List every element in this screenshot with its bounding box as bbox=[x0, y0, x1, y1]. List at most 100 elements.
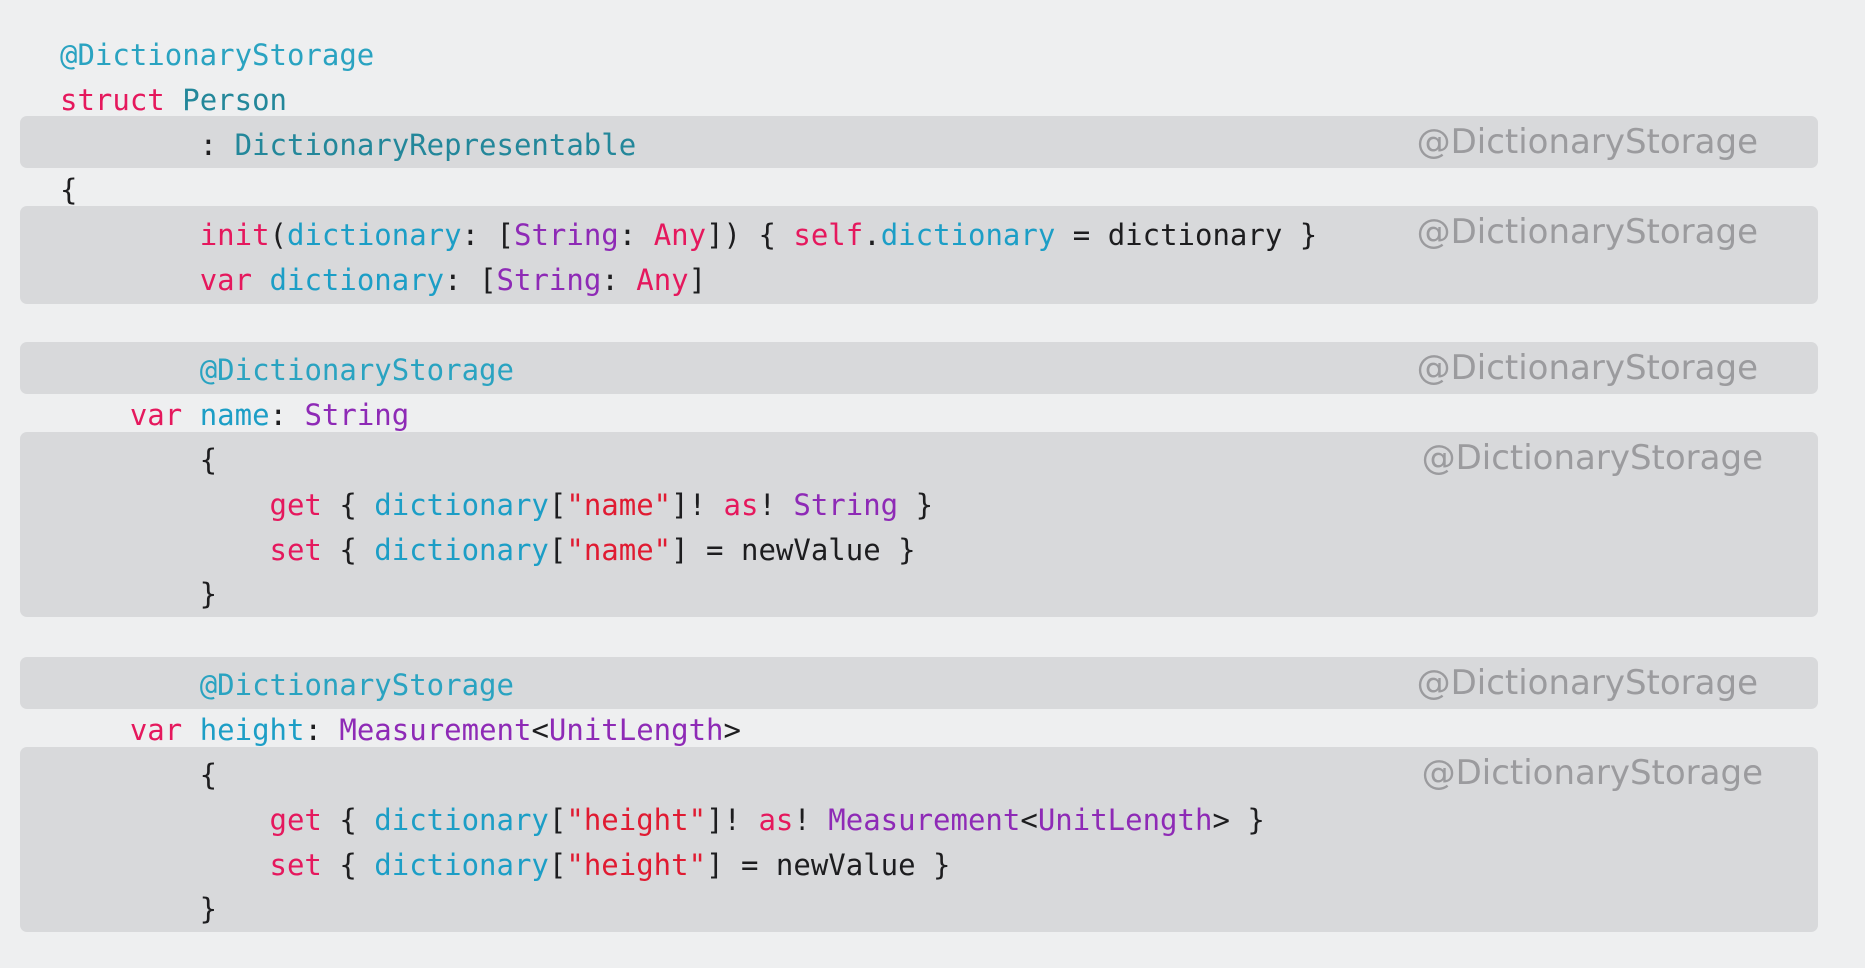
keyword-token: as bbox=[723, 488, 759, 522]
identifier-token: dictionary bbox=[880, 218, 1056, 252]
keyword-token: set bbox=[269, 848, 322, 882]
plain-token: > } bbox=[1212, 803, 1265, 837]
line-height-close: } bbox=[60, 889, 217, 929]
plain-token: : bbox=[60, 128, 235, 162]
plain-token: [ bbox=[548, 848, 567, 882]
plain-token: { bbox=[321, 488, 375, 522]
plain-token: ] = newValue } bbox=[671, 533, 916, 567]
plain-token: [ bbox=[548, 803, 567, 837]
stdlib-type-token: UnitLength bbox=[1037, 803, 1213, 837]
identifier-token: dictionary bbox=[374, 803, 549, 837]
line-name-close: } bbox=[60, 574, 217, 614]
keyword-token: as bbox=[758, 803, 794, 837]
plain-token: [ bbox=[548, 533, 567, 567]
plain-token: } bbox=[898, 488, 934, 522]
plain-token: = dictionary } bbox=[1055, 218, 1318, 252]
string-literal-token: "name" bbox=[566, 533, 672, 567]
identifier-token: dictionary bbox=[374, 488, 549, 522]
line-name-get: get { dictionary["name"]! as! String } bbox=[60, 485, 934, 525]
plain-token: ! bbox=[758, 488, 794, 522]
stdlib-type-token: Measurement bbox=[828, 803, 1021, 837]
plain-token: { bbox=[60, 758, 218, 792]
line-conformance: : DictionaryRepresentable bbox=[60, 125, 637, 165]
line-var-height: var height: Measurement<UnitLength> bbox=[60, 710, 741, 750]
plain-token: ( bbox=[269, 218, 287, 252]
plain-token: : bbox=[304, 713, 340, 747]
plain-token: ] bbox=[688, 263, 707, 297]
stdlib-type-token: String bbox=[496, 263, 602, 297]
line-init: init(dictionary: [String: Any]) { self.d… bbox=[60, 215, 1318, 255]
type-token: DictionaryRepresentable bbox=[234, 128, 637, 162]
plain-token: [ bbox=[548, 488, 567, 522]
keyword-token: get bbox=[269, 488, 322, 522]
stdlib-type-token: String bbox=[514, 218, 619, 252]
plain-token: } bbox=[60, 892, 218, 926]
identifier-token: dictionary bbox=[374, 533, 549, 567]
attribute-token: @DictionaryStorage bbox=[199, 668, 514, 702]
line-open-brace: { bbox=[60, 170, 77, 210]
line-name-set: set { dictionary["name"] = newValue } bbox=[60, 530, 916, 570]
line-var-dictionary: var dictionary: [String: Any] bbox=[60, 260, 706, 300]
identifier-token: height bbox=[199, 713, 305, 747]
macro-annotation-label: @DictionaryStorage bbox=[1416, 663, 1758, 703]
keyword-token: var bbox=[199, 263, 253, 297]
plain-token: < bbox=[531, 713, 549, 747]
plain-token: { bbox=[321, 803, 375, 837]
plain-token: ! bbox=[793, 803, 829, 837]
plain-token: { bbox=[60, 173, 78, 207]
keyword-token: self bbox=[793, 218, 864, 252]
line-struct-decl: struct Person bbox=[60, 80, 287, 120]
string-literal-token: "height" bbox=[566, 803, 707, 837]
plain-token: } bbox=[60, 577, 218, 611]
macro-annotation-label: @DictionaryStorage bbox=[1421, 438, 1763, 478]
plain-token: : bbox=[269, 398, 305, 432]
macro-annotation-label: @DictionaryStorage bbox=[1416, 122, 1758, 162]
plain-token: < bbox=[1020, 803, 1038, 837]
line-name-attribute: @DictionaryStorage bbox=[60, 350, 514, 390]
plain-token: ]) { bbox=[706, 218, 794, 252]
keyword-token: var bbox=[129, 398, 183, 432]
plain-token: : bbox=[618, 218, 654, 252]
macro-annotation-label: @DictionaryStorage bbox=[1421, 753, 1763, 793]
identifier-token: name bbox=[199, 398, 270, 432]
string-literal-token: "height" bbox=[566, 848, 707, 882]
line-height-attribute: @DictionaryStorage bbox=[60, 665, 514, 705]
identifier-token: dictionary bbox=[374, 848, 549, 882]
line-height-open: { bbox=[60, 755, 217, 795]
line-height-set: set { dictionary["height"] = newValue } bbox=[60, 845, 951, 885]
attribute-token: @DictionaryStorage bbox=[199, 353, 514, 387]
plain-token: { bbox=[321, 848, 375, 882]
macro-annotation-label: @DictionaryStorage bbox=[1416, 348, 1758, 388]
macro-annotation-label: @DictionaryStorage bbox=[1416, 212, 1758, 252]
type-token: Person bbox=[182, 83, 287, 117]
stdlib-type-token: String bbox=[793, 488, 899, 522]
plain-token: ] = newValue } bbox=[706, 848, 951, 882]
attribute-token: @DictionaryStorage bbox=[60, 38, 375, 72]
keyword-token: init bbox=[199, 218, 270, 252]
keyword-token: get bbox=[269, 803, 322, 837]
keyword-token: set bbox=[269, 533, 322, 567]
keyword-token: Any bbox=[653, 218, 707, 252]
code-editor: @DictionaryStorage @DictionaryStorage @D… bbox=[0, 0, 1865, 968]
plain-token: ]! bbox=[671, 488, 724, 522]
identifier-token: dictionary bbox=[287, 218, 462, 252]
stdlib-type-token: UnitLength bbox=[548, 713, 724, 747]
plain-token: . bbox=[863, 218, 881, 252]
keyword-token: struct bbox=[60, 83, 165, 117]
plain-token: : [ bbox=[444, 263, 497, 297]
stdlib-type-token: Measurement bbox=[339, 713, 532, 747]
plain-token: { bbox=[321, 533, 375, 567]
plain-token: : bbox=[601, 263, 637, 297]
string-literal-token: "name" bbox=[566, 488, 672, 522]
line-name-open: { bbox=[60, 440, 217, 480]
